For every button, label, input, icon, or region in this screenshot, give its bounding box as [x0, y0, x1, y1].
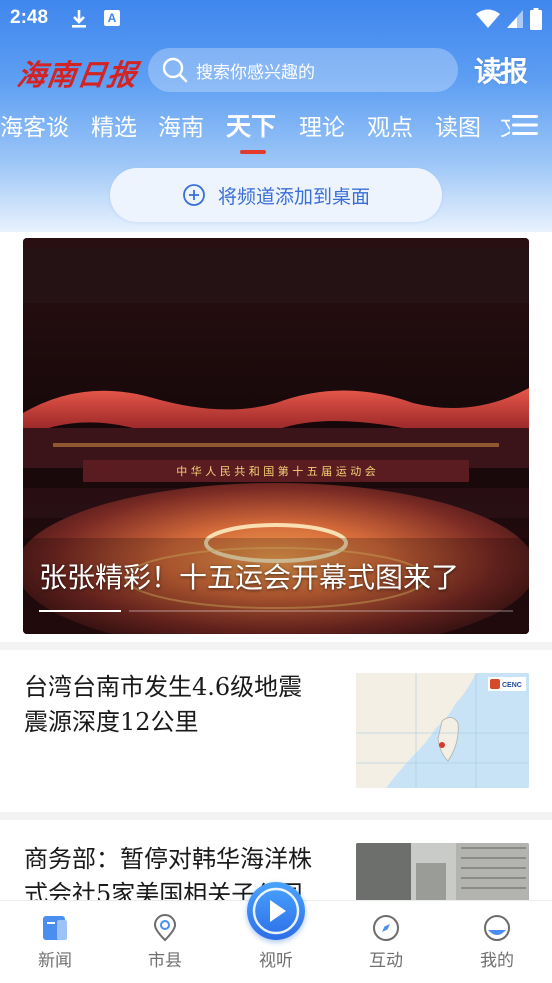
status-bar: 2:48 A: [0, 0, 552, 38]
tab-wen[interactable]: 文: [500, 108, 510, 142]
status-icons: [476, 8, 542, 30]
wifi-icon: [476, 9, 500, 28]
tab-hainan[interactable]: 海南: [158, 108, 204, 142]
add-channel-to-desktop-button[interactable]: 将频道添加到桌面: [110, 168, 442, 222]
tab-tianxia[interactable]: 天下: [226, 107, 276, 143]
nav-label: 市县: [148, 951, 182, 971]
app-notification-icon: A: [104, 10, 120, 26]
tab-dutu[interactable]: 读图: [435, 108, 481, 142]
map-image: CENC: [356, 673, 529, 788]
section-divider: [0, 812, 552, 820]
search-bar[interactable]: 搜索你感兴趣的: [148, 48, 458, 92]
hero-banner-text: 中 华 人 民 共 和 国 第 十 五 届 运 动 会: [176, 464, 375, 478]
tab-lilun[interactable]: 理论: [299, 108, 345, 142]
nav-profile[interactable]: 我的: [442, 901, 552, 983]
location-pin-icon: [153, 914, 177, 942]
news-title-line: 震源深度12公里: [24, 708, 199, 736]
nav-label: 新闻: [38, 951, 72, 971]
play-icon: [252, 887, 300, 935]
ministry-building-thumbnail: [356, 843, 529, 903]
read-paper-label: 读报: [474, 55, 528, 88]
app-screen: 2:48 A 海南日报 搜索你感兴趣的 读报 海客谈 精选 海南 天下 理论 观…: [0, 0, 552, 983]
news-title-line: 商务部：暂停对韩华海洋株: [24, 845, 312, 873]
nav-city-county[interactable]: 市县: [110, 901, 220, 983]
channel-tabs: 海客谈 精选 海南 天下 理论 观点 读图 文: [0, 104, 510, 148]
news-icon: [43, 916, 67, 940]
cenc-badge: CENC: [502, 682, 522, 689]
nav-label: 我的: [480, 951, 514, 971]
earthquake-map-thumbnail: CENC: [356, 673, 529, 788]
carousel-indicator-track: [129, 610, 513, 612]
carousel-indicator: [39, 610, 513, 613]
read-paper-button[interactable]: 读报: [474, 50, 540, 90]
section-divider: [0, 642, 552, 650]
hero-carousel[interactable]: 中 华 人 民 共 和 国 第 十 五 届 运 动 会 张张精彩！十五运会开幕式…: [23, 238, 529, 634]
nav-label: 互动: [369, 951, 403, 971]
battery-icon: [530, 8, 542, 30]
hainan-daily-logo[interactable]: 海南日报: [15, 52, 140, 92]
tab-guandian[interactable]: 观点: [367, 108, 413, 142]
profile-icon: [484, 915, 510, 941]
plus-circle-icon: [183, 184, 205, 206]
active-tab-indicator: [240, 150, 266, 154]
tab-haiketan[interactable]: 海客谈: [0, 108, 69, 142]
menu-icon[interactable]: [512, 114, 538, 136]
signal-icon: [507, 10, 523, 28]
nav-news[interactable]: 新闻: [0, 901, 110, 983]
download-icon: [72, 10, 86, 28]
nav-interaction[interactable]: 互动: [331, 901, 441, 983]
status-time: 2:48: [10, 7, 49, 28]
search-icon: [162, 57, 188, 83]
carousel-indicator-active: [39, 610, 121, 612]
compass-icon: [373, 915, 399, 941]
hero-title: 张张精彩！十五运会开幕式图来了: [39, 561, 460, 594]
tab-jingxuan[interactable]: 精选: [91, 108, 137, 142]
nav-label: 视听: [259, 951, 293, 971]
search-placeholder: 搜索你感兴趣的: [196, 62, 315, 83]
play-button[interactable]: [247, 882, 305, 940]
news-title-line: 台湾台南市发生4.6级地震: [24, 673, 303, 701]
building-image: [356, 843, 529, 903]
add-channel-label: 将频道添加到桌面: [217, 185, 370, 208]
